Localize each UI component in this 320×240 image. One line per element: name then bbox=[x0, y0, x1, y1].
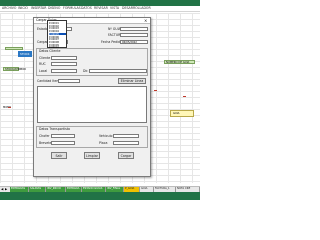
ribbon-tab-revisar[interactable]: REVISAR bbox=[94, 6, 108, 10]
green-shape-left-top[interactable] bbox=[5, 47, 23, 50]
cantidad-items-field[interactable] bbox=[58, 79, 80, 83]
n-guia-field[interactable] bbox=[120, 27, 148, 31]
ribbon-tab-vista[interactable]: VISTA bbox=[110, 6, 119, 10]
ribbon-tab-datos[interactable]: DATOS bbox=[81, 6, 92, 10]
ribbon-tab-diseno[interactable]: DISEÑO bbox=[48, 6, 60, 10]
placa-field[interactable] bbox=[113, 141, 139, 145]
ruc-field[interactable] bbox=[51, 62, 77, 66]
salir-button[interactable]: Salir bbox=[51, 152, 67, 159]
red-marker-right bbox=[154, 90, 157, 91]
chofer-field[interactable] bbox=[51, 134, 75, 138]
ribbon-tabs: ARCHIVO INICIO INSERTAR DISEÑO FORMULAS … bbox=[0, 6, 200, 12]
dir-field[interactable] bbox=[89, 69, 147, 73]
dropdown-option[interactable]: P-00010 bbox=[49, 46, 66, 49]
side-left-label: MONE bbox=[3, 93, 13, 109]
right-shape-label: NUMERO DE GUIA bbox=[166, 60, 190, 64]
fecha-pedido-value: 06/05/2022 bbox=[122, 40, 137, 44]
vehiculo-label: Vehiculo bbox=[99, 134, 113, 138]
red-marker-left bbox=[8, 107, 11, 108]
green-shape-left[interactable]: STOCK/ATRIBOR bbox=[3, 67, 26, 71]
ribbon-tab-archivo[interactable]: ARCHIVO bbox=[2, 6, 16, 10]
brevete-label: Brevete bbox=[39, 141, 52, 145]
scroll-right-icon[interactable]: ▶ bbox=[5, 188, 7, 191]
eliminar-linea-button[interactable]: Eliminar Linea bbox=[118, 78, 146, 84]
local-field[interactable] bbox=[51, 69, 77, 73]
red-marker-right-2 bbox=[183, 96, 186, 97]
stock-button[interactable]: STOCK bbox=[18, 51, 32, 57]
local-label: Local bbox=[39, 69, 48, 73]
datos-cliente-frame: Datos Cliente Cliente RUC Local Dir. bbox=[36, 48, 148, 76]
ruc-label: RUC bbox=[39, 62, 46, 66]
cliente-field[interactable] bbox=[51, 56, 77, 60]
side-right-text: GUIA bbox=[173, 112, 180, 115]
placa-label: Placa bbox=[99, 141, 108, 145]
n-guia-label: Nº GUIA bbox=[108, 27, 121, 31]
factura-field[interactable] bbox=[120, 33, 148, 37]
green-shape-right[interactable]: NUMERO DE GUIA bbox=[164, 60, 195, 64]
limpiar-button[interactable]: Limpiar bbox=[84, 152, 100, 159]
status-bar bbox=[0, 192, 200, 200]
fecha-pedido-field[interactable]: 06/05/2022 bbox=[120, 40, 148, 44]
stock-button-label: STOCK bbox=[20, 51, 30, 56]
vehiculo-field[interactable] bbox=[113, 134, 139, 138]
ribbon-tab-desarrollador[interactable]: DESARROLLADOR bbox=[122, 6, 151, 10]
brevete-field[interactable] bbox=[51, 141, 75, 145]
cliente-label: Cliente bbox=[39, 56, 51, 60]
cargar-button[interactable]: Cargar bbox=[118, 152, 134, 159]
chofer-label: Chofer bbox=[39, 134, 50, 138]
close-icon[interactable]: × bbox=[144, 19, 147, 23]
scroll-left-icon[interactable]: ◀ bbox=[1, 188, 3, 191]
ribbon-tab-insertar[interactable]: INSERTAR bbox=[31, 6, 46, 10]
datos-transportista-frame: Datos Transportista Chofer Vehiculo Brev… bbox=[36, 126, 148, 148]
ribbon-tab-inicio[interactable]: INICIO bbox=[18, 6, 28, 10]
fecha-pedido-label: Fecha Pedido bbox=[101, 40, 123, 44]
datos-cliente-title: Datos Cliente bbox=[39, 49, 61, 53]
items-listbox[interactable] bbox=[37, 86, 147, 123]
left-shape-label: STOCK/ATRIBOR bbox=[5, 67, 26, 71]
yellow-note-right[interactable]: GUIA bbox=[170, 110, 194, 117]
ribbon-tab-formulas[interactable]: FORMULAS bbox=[63, 6, 81, 10]
dir-label: Dir. bbox=[83, 69, 89, 73]
datos-transportista-title: Datos Transportista bbox=[39, 127, 70, 131]
pedido-dropdown-list[interactable]: P-00001 P-00002 P-00003 P-00004 P-00005 … bbox=[47, 20, 67, 49]
